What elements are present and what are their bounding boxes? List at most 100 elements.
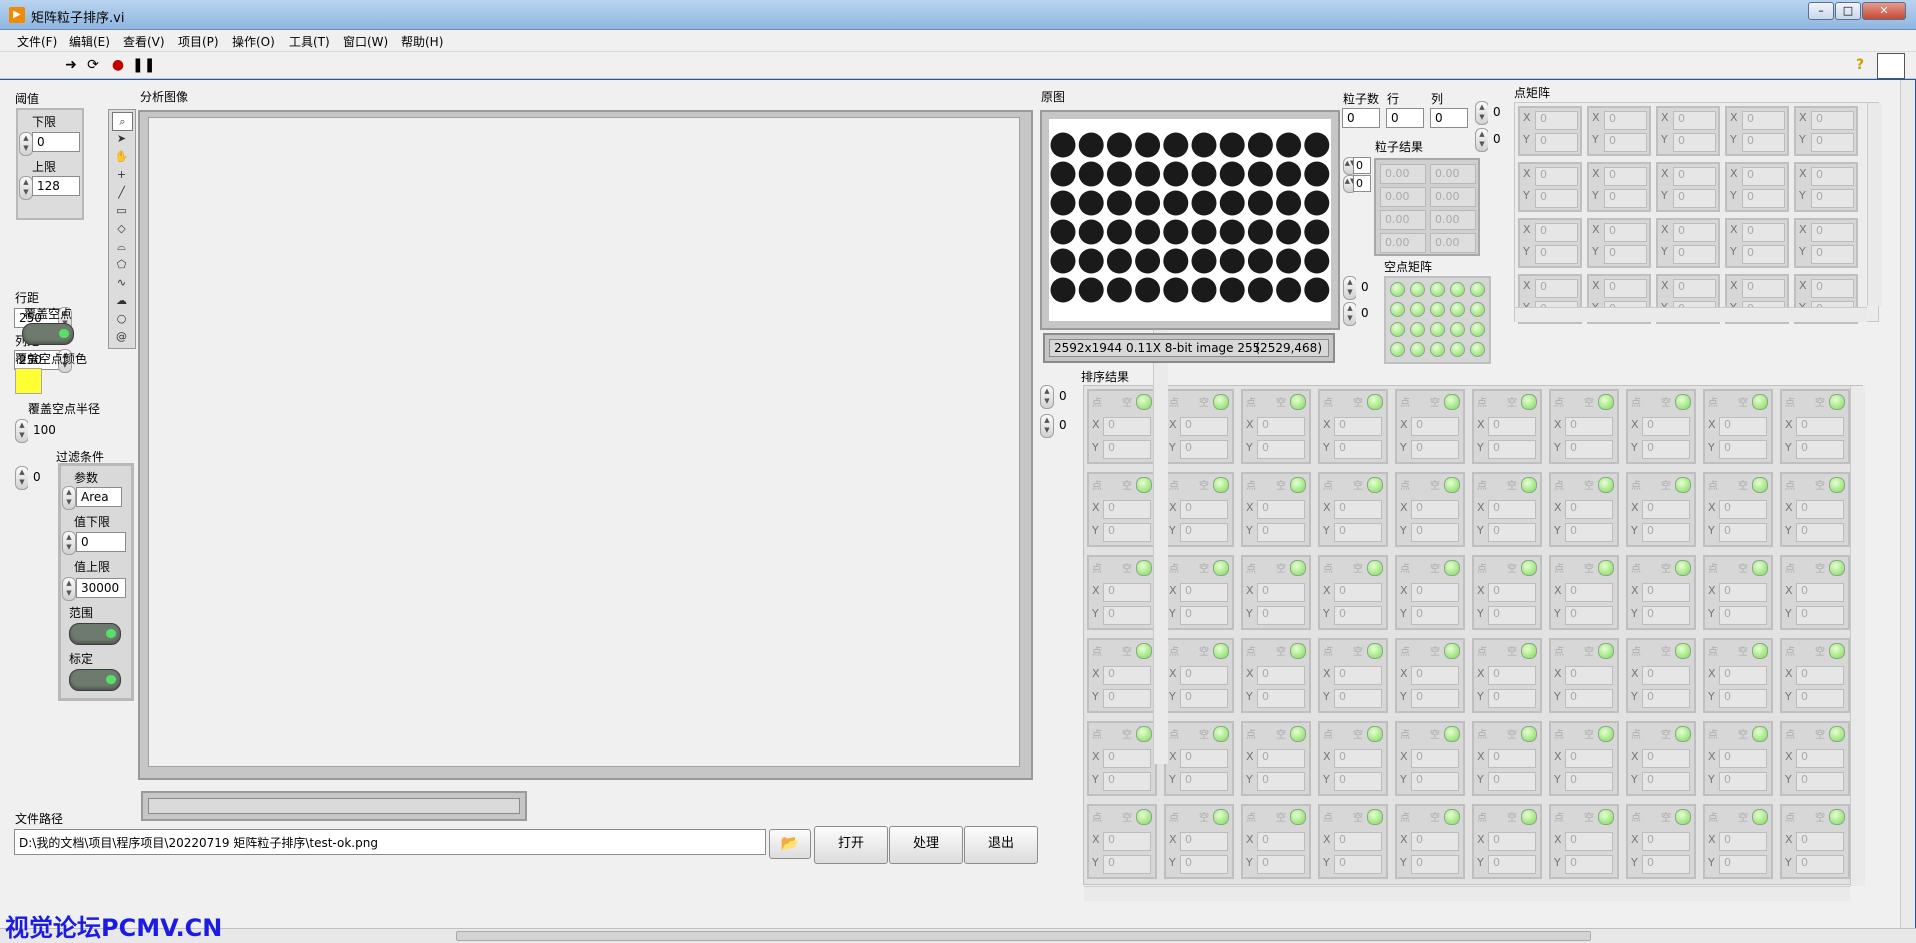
point-matrix-cell: X0Y0 bbox=[1656, 218, 1720, 268]
sort-result-index1[interactable]: 0 bbox=[1054, 386, 1078, 406]
analysis-image-canvas[interactable] bbox=[148, 117, 1020, 767]
oval-tool-icon[interactable]: ○ bbox=[112, 310, 131, 327]
max-spinner[interactable]: ▲ ▼ bbox=[62, 577, 76, 601]
menu-help[interactable]: 帮助(H) bbox=[401, 33, 443, 50]
sort-result-index2[interactable]: 0 bbox=[1054, 415, 1078, 435]
threshold-label: 阈值 bbox=[15, 92, 40, 106]
open-button[interactable]: 打开 bbox=[814, 826, 888, 864]
point-indicator-label: 点 bbox=[1477, 647, 1487, 658]
range-toggle[interactable] bbox=[69, 623, 121, 645]
empty-indicator-label: 空 bbox=[1276, 564, 1286, 575]
point-tool-icon[interactable]: + bbox=[112, 166, 131, 183]
particle-result-index2[interactable]: 0 bbox=[1353, 175, 1371, 192]
run-continuously-icon[interactable]: ⟳ bbox=[85, 57, 101, 73]
param-spinner[interactable]: ▲ ▼ bbox=[62, 486, 76, 510]
point-matrix-hscroll[interactable] bbox=[1515, 307, 1867, 322]
original-image-display[interactable] bbox=[1040, 110, 1340, 330]
sort-result-cell: 点 空 X0Y0 bbox=[1395, 555, 1465, 630]
spiral-tool-icon[interactable]: @ bbox=[112, 328, 131, 345]
point-matrix-array: X0Y0X0Y0X0Y0X0Y0X0Y0X0Y0X0Y0X0Y0X0Y0X0Y0… bbox=[1514, 102, 1879, 324]
lower-spinner[interactable]: ▲ ▼ bbox=[19, 132, 33, 156]
param-input[interactable]: Area bbox=[76, 487, 122, 507]
max-input[interactable]: 30000 bbox=[76, 578, 126, 598]
x-value: 0 bbox=[1103, 832, 1151, 851]
pointer-tool-icon[interactable]: ➤ bbox=[112, 130, 131, 147]
exit-button[interactable]: 退出 bbox=[964, 826, 1038, 864]
rotated-rect-tool-icon[interactable]: ◇ bbox=[112, 220, 131, 237]
sort-result-index2-spinner[interactable]: ▲ ▼ bbox=[1040, 414, 1054, 438]
x-value: 0 bbox=[1180, 417, 1228, 436]
x-label: X bbox=[1092, 667, 1100, 680]
empty-matrix-index2-spinner[interactable]: ▲ ▼ bbox=[1343, 302, 1357, 326]
y-label: Y bbox=[1400, 607, 1407, 620]
panel-vscroll[interactable] bbox=[1900, 80, 1915, 928]
menu-edit[interactable]: 编辑(E) bbox=[69, 33, 110, 50]
particle-dot bbox=[1219, 248, 1245, 274]
browse-folder-icon[interactable]: 📂 bbox=[769, 829, 811, 859]
particle-result-index1[interactable]: 0 bbox=[1353, 157, 1371, 174]
point-matrix-index1-spinner[interactable]: ▲ ▼ bbox=[1475, 101, 1489, 125]
x-value: 0 bbox=[1719, 583, 1767, 602]
empty-matrix-index1-spinner[interactable]: ▲ ▼ bbox=[1343, 276, 1357, 300]
analysis-image-display[interactable] bbox=[138, 110, 1168, 780]
empty-indicator-label: 空 bbox=[1276, 813, 1286, 824]
menu-project[interactable]: 项目(P) bbox=[178, 33, 219, 50]
sort-result-vscroll[interactable] bbox=[1850, 386, 1865, 886]
filter-index-spinner[interactable]: ▲ ▼ bbox=[15, 466, 29, 490]
point-matrix-vscroll[interactable] bbox=[1867, 103, 1882, 306]
point-matrix-index2-spinner[interactable]: ▲ ▼ bbox=[1475, 128, 1489, 152]
point-matrix-index2[interactable]: 0 bbox=[1488, 129, 1512, 149]
empty-indicator-label: 空 bbox=[1430, 730, 1440, 741]
point-matrix-index1[interactable]: 0 bbox=[1488, 102, 1512, 122]
particle-dot bbox=[1106, 248, 1132, 274]
freehand-region-tool-icon[interactable]: ☁ bbox=[112, 292, 131, 309]
x-value: 0 bbox=[1811, 279, 1854, 298]
minimize-button[interactable]: – bbox=[1808, 2, 1834, 20]
freehand-line-tool-icon[interactable]: ∿ bbox=[112, 274, 131, 291]
pause-icon[interactable]: ❚❚ bbox=[132, 57, 155, 73]
panel-hscroll-thumb[interactable] bbox=[456, 931, 1591, 941]
calib-toggle[interactable] bbox=[69, 669, 121, 691]
file-path-input[interactable]: D:\我的文档\项目\程序项目\20220719 矩阵粒子排序\test-ok.… bbox=[14, 829, 766, 855]
particle-dot bbox=[1135, 132, 1161, 158]
upper-input[interactable]: 128 bbox=[32, 176, 80, 196]
cover-empty-toggle[interactable] bbox=[22, 323, 74, 345]
y-value: 0 bbox=[1334, 772, 1382, 791]
menu-file[interactable]: 文件(F) bbox=[17, 33, 57, 50]
run-arrow-icon[interactable]: ➜ bbox=[63, 57, 79, 73]
abort-icon[interactable]: ● bbox=[110, 57, 126, 73]
help-question-icon[interactable]: ? bbox=[1852, 57, 1868, 73]
menu-window[interactable]: 窗口(W) bbox=[343, 33, 388, 50]
menu-view[interactable]: 查看(V) bbox=[123, 33, 165, 50]
y-label: Y bbox=[1400, 441, 1407, 454]
watermark-text: 视觉论坛PCMV.CN bbox=[5, 914, 223, 942]
min-input[interactable]: 0 bbox=[76, 532, 126, 552]
upper-spinner[interactable]: ▲ ▼ bbox=[19, 176, 33, 200]
sort-result-hscroll[interactable] bbox=[1084, 886, 1850, 901]
menu-operate[interactable]: 操作(O) bbox=[232, 33, 275, 50]
maximize-button[interactable]: □ bbox=[1835, 2, 1861, 20]
lower-input[interactable]: 0 bbox=[32, 132, 80, 152]
y-label: Y bbox=[1554, 856, 1561, 869]
cover-color-swatch[interactable] bbox=[15, 368, 42, 394]
close-button[interactable]: ✕ bbox=[1862, 2, 1906, 20]
empty-matrix-index1[interactable]: 0 bbox=[1356, 277, 1380, 297]
sort-result-index1-spinner[interactable]: ▲ ▼ bbox=[1040, 385, 1054, 409]
rectangle-tool-icon[interactable]: ▭ bbox=[112, 202, 131, 219]
annulus-tool-icon[interactable]: ⌓ bbox=[112, 238, 131, 255]
pan-tool-icon[interactable]: ✋ bbox=[112, 148, 131, 165]
y-label: Y bbox=[1246, 856, 1253, 869]
process-button[interactable]: 处理 bbox=[889, 826, 963, 864]
zoom-tool-icon[interactable]: ⌕ bbox=[112, 112, 133, 131]
point-indicator-label: 点 bbox=[1092, 730, 1102, 741]
polygon-tool-icon[interactable]: ⬠ bbox=[112, 256, 131, 273]
filter-index-input[interactable]: 0 bbox=[28, 467, 54, 487]
cover-radius-spinner[interactable]: ▲ ▼ bbox=[15, 419, 29, 443]
original-image-canvas[interactable] bbox=[1049, 119, 1331, 321]
min-spinner[interactable]: ▲ ▼ bbox=[62, 531, 76, 555]
menu-tools[interactable]: 工具(T) bbox=[289, 33, 330, 50]
empty-matrix-index2[interactable]: 0 bbox=[1356, 303, 1380, 323]
cover-radius-input[interactable]: 100 bbox=[28, 420, 76, 440]
x-label: X bbox=[1631, 584, 1639, 597]
line-tool-icon[interactable]: ╱ bbox=[112, 184, 131, 201]
